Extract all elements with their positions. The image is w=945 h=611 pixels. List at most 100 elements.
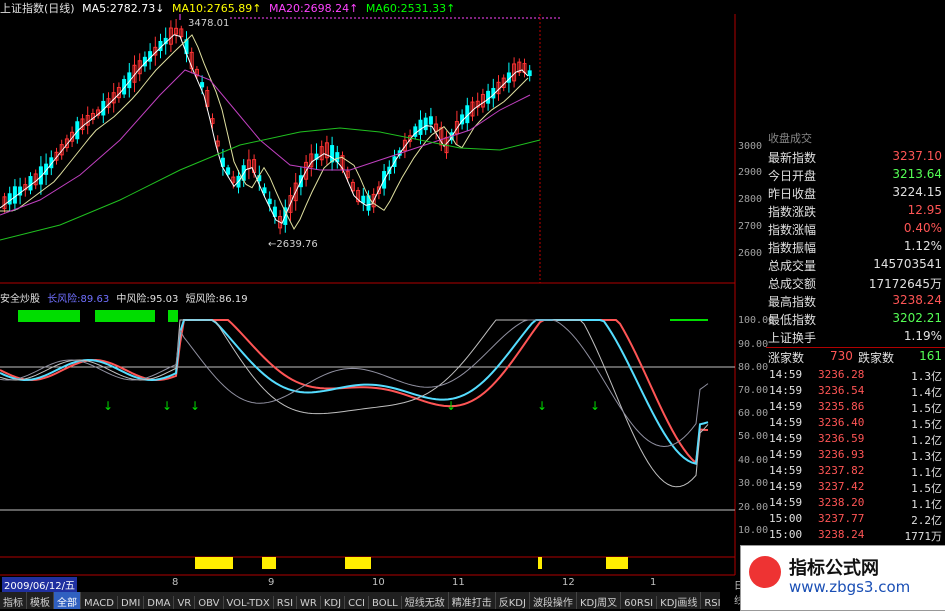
quote-row: 最高指数 3238.24 — [766, 292, 945, 310]
tab-item[interactable]: 模板 — [27, 592, 54, 609]
quote-row: 指数涨幅 0.40% — [766, 220, 945, 238]
quote-row: 指数涨跌 12.95 — [766, 202, 945, 220]
tick-time: 14:59 — [769, 496, 803, 509]
signal-bar — [262, 557, 276, 569]
quote-label: 最新指数 — [768, 151, 817, 165]
tick-price: 3238.24 — [818, 528, 865, 541]
tab-item[interactable]: MACD — [81, 596, 118, 609]
watermark-title: 指标公式网 — [789, 558, 879, 579]
tick-row: 15:00 3237.77 2.2亿 — [766, 511, 945, 527]
down-count: 161 — [919, 349, 942, 363]
osc-tick: 90.00 — [738, 339, 769, 350]
down-count-label: 跌家数 — [858, 351, 895, 365]
tab-item[interactable]: WR — [297, 596, 321, 609]
candle-body — [428, 116, 433, 125]
tab-item[interactable]: BOLL — [369, 596, 402, 609]
low-annotation: ←2639.76 — [268, 239, 318, 250]
tick-volume: 1.1亿 — [911, 466, 942, 479]
quote-value: 3213.64 — [892, 167, 942, 181]
price-tick: 2800 — [738, 194, 763, 205]
quote-panel: 收盘成交 最新指数 3237.10 今日开盘 3213.64 昨日收盘 3224.15 指数… — [766, 130, 945, 543]
date-axis: 2009/06/12/五 8 9 10 11 12 1 日线 — [0, 575, 744, 607]
tab-item[interactable]: OBV — [195, 596, 224, 609]
osc-tick: 50.00 — [738, 431, 769, 442]
tick-price: 3236.59 — [818, 432, 865, 445]
tab-item[interactable]: KDJ — [321, 596, 346, 609]
down-arrow-icon: ↓ — [446, 399, 456, 413]
tab-item[interactable]: 精准打击 — [449, 592, 496, 609]
tab-item[interactable]: RSI — [274, 596, 298, 609]
tick-price: 3236.40 — [818, 416, 865, 429]
tab-item[interactable]: 指标 — [0, 592, 27, 609]
site-watermark: 指标公式网 www.zbgs3.com — [740, 545, 945, 611]
candle-body — [527, 70, 532, 77]
price-tick: 2700 — [738, 221, 763, 232]
candle-body — [267, 198, 272, 205]
quote-value: 3202.21 — [892, 311, 942, 325]
tab-item[interactable]: VOL-TDX — [224, 596, 274, 609]
tick-volume: 1.1亿 — [911, 498, 942, 511]
tick-volume: 1.5亿 — [911, 482, 942, 495]
risk-bar — [95, 310, 155, 322]
risk-bar — [168, 310, 178, 322]
tab-item[interactable]: DMA — [144, 596, 175, 609]
candle-body — [361, 195, 366, 204]
osc-tick: 10.00 — [738, 525, 769, 536]
tick-price: 3237.77 — [818, 512, 865, 525]
tab-item[interactable]: RSI趋势 — [701, 592, 720, 609]
tick-volume: 1.5亿 — [911, 402, 942, 415]
tab-item[interactable]: 短线无敌 — [402, 592, 449, 609]
tab-item[interactable]: 反KDJ — [496, 592, 530, 609]
quote-label: 上证换手 — [768, 331, 817, 345]
quote-value: 17172645万 — [868, 277, 942, 291]
quote-row: 总成交额 17172645万 — [766, 274, 945, 292]
quote-value: 1.12% — [903, 239, 942, 253]
month-label: 1 — [650, 577, 657, 588]
tab-item[interactable]: 全部 — [54, 592, 81, 609]
quote-value: 12.95 — [907, 203, 942, 217]
down-arrow-icon: ↓ — [103, 399, 113, 413]
tick-row: 14:59 3237.42 1.5亿 — [766, 479, 945, 495]
quote-row: 今日开盘 3213.64 — [766, 166, 945, 184]
quote-label: 总成交额 — [768, 277, 817, 291]
candle-body — [423, 117, 428, 131]
tick-row: 14:59 3236.28 1.3亿 — [766, 367, 945, 383]
quote-row: 最新指数 3237.10 — [766, 148, 945, 166]
price-tick: 3000 — [738, 141, 763, 152]
ma-line — [0, 34, 529, 225]
oscillator-line — [0, 319, 709, 466]
tab-item[interactable]: CCI — [345, 596, 370, 609]
tick-row: 14:59 3236.40 1.5亿 — [766, 415, 945, 431]
tab-item[interactable]: 波段操作 — [530, 592, 577, 609]
tick-time: 14:59 — [769, 416, 803, 429]
quote-label: 指数振幅 — [768, 241, 817, 255]
short-risk-label: 短风险:86.19 — [185, 294, 248, 305]
risk-bar — [18, 310, 80, 322]
tick-price: 3237.82 — [818, 464, 865, 477]
quote-label: 指数涨幅 — [768, 223, 817, 237]
tick-price: 3238.20 — [818, 496, 865, 509]
oscillator-line — [0, 319, 709, 447]
quote-value: 0.40% — [903, 221, 942, 235]
tab-item[interactable]: KDJ画线 — [657, 592, 702, 609]
down-arrow-icon: ↓ — [537, 399, 547, 413]
indicator-tab-bar: 指标 模板 全部 MACD DMI DMA VR OBV VOL-TDX RSI WR KDJ CCI B… — [0, 592, 720, 609]
candle-body — [418, 119, 423, 135]
tab-item[interactable]: VR — [174, 596, 196, 609]
tab-item[interactable]: DMI — [118, 596, 145, 609]
quote-label: 昨日收盘 — [768, 187, 817, 201]
tick-volume: 1.3亿 — [911, 450, 942, 463]
site-logo-icon — [749, 556, 781, 588]
quote-label: 今日开盘 — [768, 169, 817, 183]
indicator-name: 安全炒股 — [0, 294, 40, 305]
candle-body — [330, 145, 335, 163]
candle-body — [226, 167, 231, 175]
high-annotation: 3478.01 — [188, 18, 230, 29]
tab-item[interactable]: 60RSI — [621, 596, 658, 609]
tick-row: 14:59 3235.86 1.5亿 — [766, 399, 945, 415]
tab-item[interactable]: KDJ周叉 — [577, 592, 622, 609]
tick-row: 14:59 3236.59 1.2亿 — [766, 431, 945, 447]
indicator-header: 安全炒股 长风险:89.63 中风险:95.03 短风险:86.19 — [0, 290, 252, 306]
month-label: 10 — [372, 577, 385, 588]
signal-bar — [538, 557, 542, 569]
